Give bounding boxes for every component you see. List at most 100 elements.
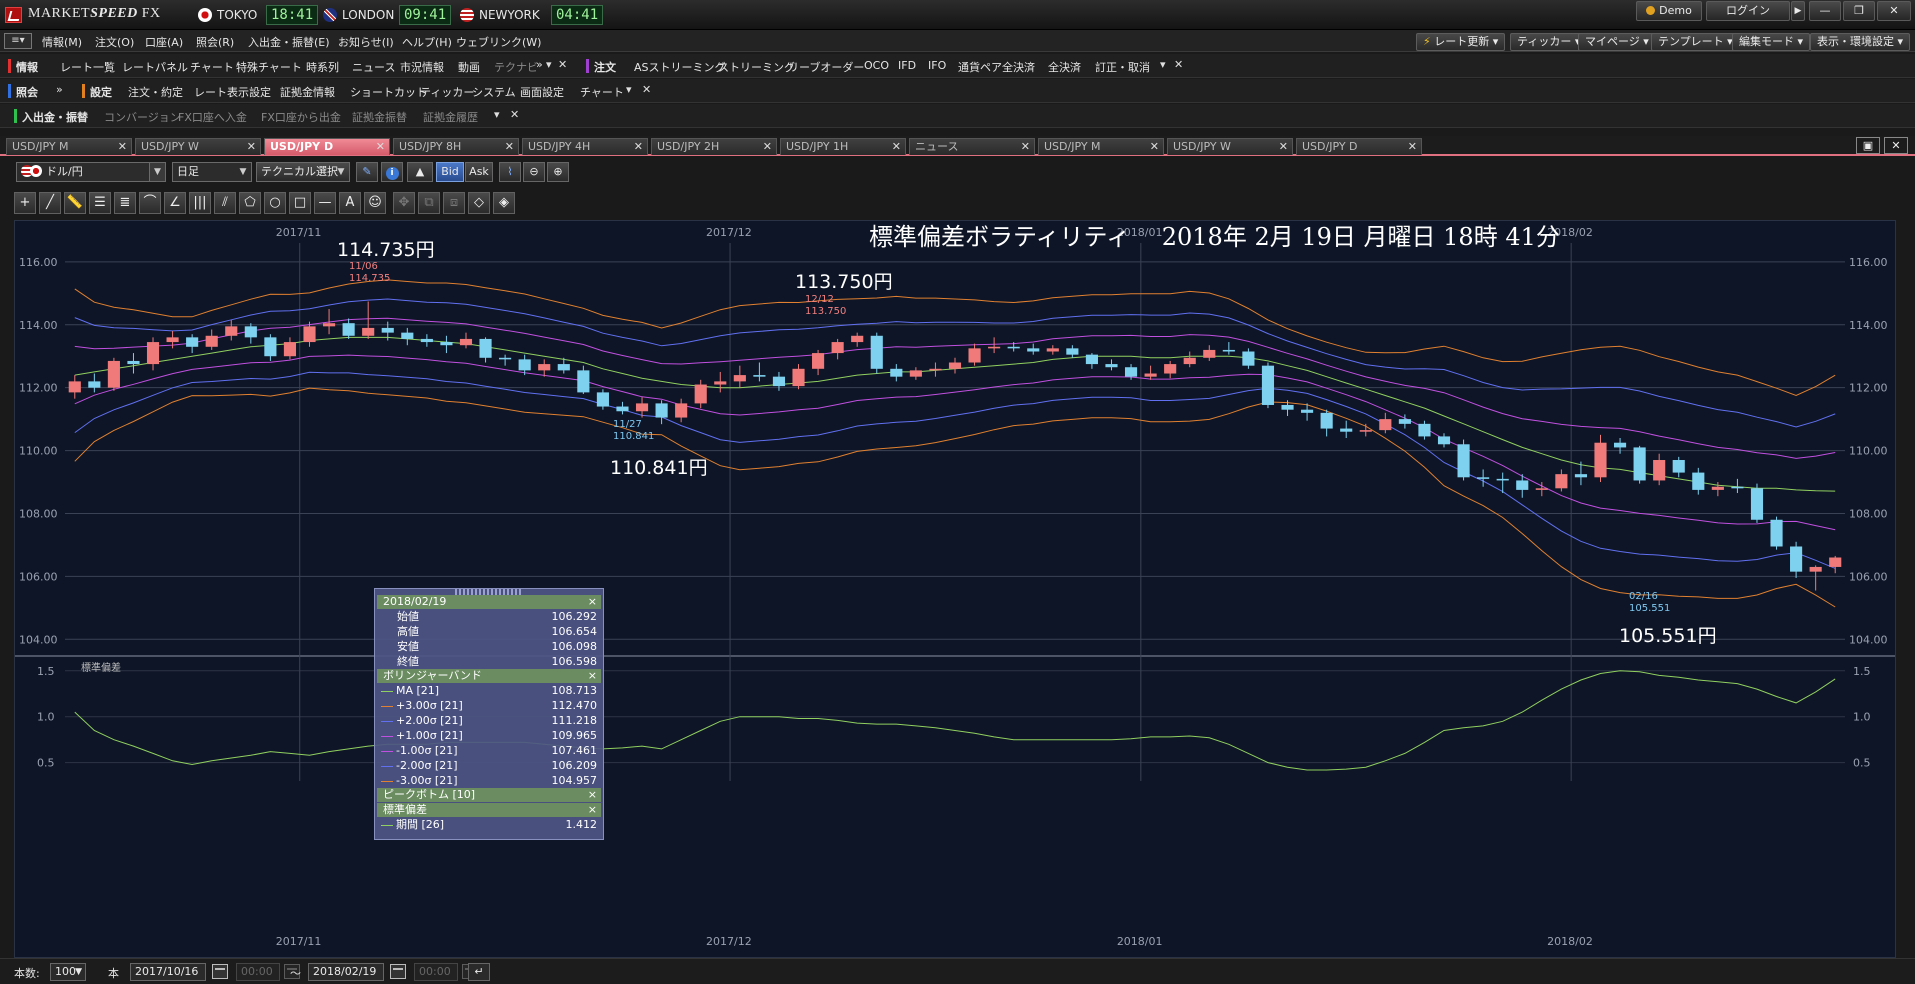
tab-6[interactable]: USD/JPY 1H ✕ [780,138,906,155]
toolbar-dropdown-icon[interactable]: ▾ [1160,58,1166,71]
close-icon[interactable]: × [588,595,597,609]
calendar-icon[interactable] [390,964,406,979]
vertical-lines-icon[interactable]: ||| [189,192,211,214]
to-date-field[interactable]: 2018/02/19 [308,963,384,981]
pen-icon[interactable]: ✎ [356,162,378,182]
tab-9[interactable]: USD/JPY W ✕ [1167,138,1293,155]
line-icon[interactable]: — [314,192,336,214]
tab-close-icon[interactable]: ✕ [1279,139,1288,154]
tab-close-icon[interactable]: ✕ [892,139,901,154]
to-time-field[interactable]: 00:00 [414,963,458,981]
menu-account[interactable]: 口座(A) [145,34,183,50]
tab-10[interactable]: USD/JPY D ✕ [1296,138,1422,155]
tab-8[interactable]: USD/JPY M ✕ [1038,138,1164,155]
stamp-icon[interactable]: ☺ [364,192,386,214]
tool-market-info[interactable]: 市況情報 [400,59,444,75]
tool-streaming[interactable]: ストリーミング [718,59,795,75]
close-icon[interactable]: × [588,669,597,683]
tab-3[interactable]: USD/JPY 8H ✕ [393,138,519,155]
from-date-field[interactable]: 2017/10/16 [130,963,206,981]
circle-icon[interactable]: ○ [264,192,286,214]
tool-screen-settings[interactable]: 画面設定 [520,84,564,100]
menu-deposit[interactable]: 入出金・振替(E) [248,34,330,50]
tab-close-icon[interactable]: ✕ [1150,139,1159,154]
tool-technavi[interactable]: テクナビ [494,59,538,75]
tool-pair-settle[interactable]: 通貨ペア全決済 [958,59,1035,75]
tool-fx-withdraw[interactable]: FX口座から出金 [261,109,341,125]
tool-chart[interactable]: チャート [190,59,234,75]
toolbar-close-icon[interactable]: ✕ [510,108,519,121]
tool-as-streaming[interactable]: ASストリーミング [634,59,726,75]
tool-system[interactable]: システム [472,84,516,100]
tab-close-icon[interactable]: ✕ [1021,139,1030,154]
fan-icon[interactable]: ⌒ [139,192,161,214]
close-icon[interactable]: × [588,803,597,817]
data-tooltip-panel[interactable]: 2018/02/19 × 始値 106.292 高値 106.654 安値 106.098 終… [374,588,604,840]
login-expand-icon[interactable]: ▶ [1791,1,1805,21]
window-restore-icon[interactable]: ▣ [1856,137,1880,154]
tool-news[interactable]: ニュース [352,59,395,75]
mypage-button[interactable]: マイページ ▾ [1578,33,1656,51]
tool-amend-cancel[interactable]: 訂正・取消 [1095,59,1150,75]
paste-icon[interactable]: ⧈ [443,192,465,214]
menu-info[interactable]: 情報(M) [42,34,82,50]
text-icon[interactable]: A [339,192,361,214]
tool-order-exec[interactable]: 注文・約定 [128,84,183,100]
close-window-icon[interactable]: ✕ [1877,1,1911,21]
tool-ticker[interactable]: ティッカー [420,84,474,100]
toolbar-dropdown-icon[interactable]: ▾ [494,108,500,121]
tool-margin-history[interactable]: 証拠金履歴 [423,109,478,125]
menu-notice[interactable]: お知らせ(I) [338,34,394,50]
tab-4[interactable]: USD/JPY 4H ✕ [522,138,648,155]
tab-0[interactable]: USD/JPY M ✕ [6,138,132,155]
tab-close-icon[interactable]: ✕ [247,139,256,154]
tool-shortcut[interactable]: ショートカット [350,84,427,100]
tool-leave-order[interactable]: リーブオーダー [788,59,864,75]
toolbar-close-icon[interactable]: ✕ [642,83,651,96]
tool-all-settle[interactable]: 全決済 [1048,59,1081,75]
ask-button[interactable]: Ask [465,162,493,182]
tool-fx-deposit[interactable]: FX口座へ入金 [178,109,247,125]
period-select[interactable]: 日足 ▼ [172,162,252,182]
tab-2[interactable]: USD/JPY D ✕ [264,138,390,155]
tool-ifo[interactable]: IFO [928,59,946,72]
toolbar-dropdown-icon[interactable]: ▾ [546,58,552,71]
toolbar-more-icon[interactable]: » [536,58,543,71]
tool-special-chart[interactable]: 特殊チャート [236,59,302,75]
tool-ifd[interactable]: IFD [898,59,916,72]
pentagon-icon[interactable]: ⬠ [239,192,261,214]
close-icon[interactable]: × [588,788,597,802]
menu-weblink[interactable]: ウェブリンク(W) [456,34,541,50]
from-time-field[interactable]: 00:00 [236,963,280,981]
maximize-icon[interactable]: ❐ [1843,1,1875,21]
toolbar-dropdown-icon[interactable]: ▾ [626,83,632,96]
login-button[interactable]: ログイン [1706,1,1790,21]
menu-help[interactable]: ヘルプ(H) [402,34,452,50]
toolbar-close-icon[interactable]: ✕ [1174,58,1183,71]
edit-icon[interactable]: ✥ [393,192,415,214]
tab-close-icon[interactable]: ✕ [763,139,772,154]
bid-button[interactable]: Bid [436,162,464,182]
area-chart-icon[interactable]: ▲ [407,162,433,182]
eraser-icon[interactable]: ◇ [468,192,490,214]
zoom-in-icon[interactable]: ⊕ [547,162,569,182]
toolbar-close-icon[interactable]: ✕ [558,58,567,71]
horizontal-lines-icon[interactable]: ☰ [89,192,111,214]
menu-order[interactable]: 注文(O) [95,34,134,50]
technical-select[interactable]: テクニカル選択 ▼ [256,162,350,182]
copy-icon[interactable]: ⧉ [418,192,440,214]
channel-icon[interactable]: ⫽ [214,192,236,214]
ruler-icon[interactable]: 📏 [64,192,86,214]
rate-update-button[interactable]: ⚡ レート更新 ▾ [1416,33,1506,51]
close-chart-icon[interactable]: ✕ [1884,137,1908,154]
tab-7[interactable]: ニュース ✕ [909,138,1035,155]
trendline-icon[interactable]: ╱ [39,192,61,214]
tab-close-icon[interactable]: ✕ [376,139,385,154]
tab-close-icon[interactable]: ✕ [1408,139,1417,154]
bar-count-select[interactable]: 100 ▼ [50,963,86,981]
tool-rate-list[interactable]: レート一覧 [60,59,115,75]
eraser-all-icon[interactable]: ◈ [493,192,515,214]
tool-margin-transfer[interactable]: 証拠金振替 [352,109,407,125]
tab-close-icon[interactable]: ✕ [505,139,514,154]
demo-button[interactable]: Demo [1636,1,1702,21]
